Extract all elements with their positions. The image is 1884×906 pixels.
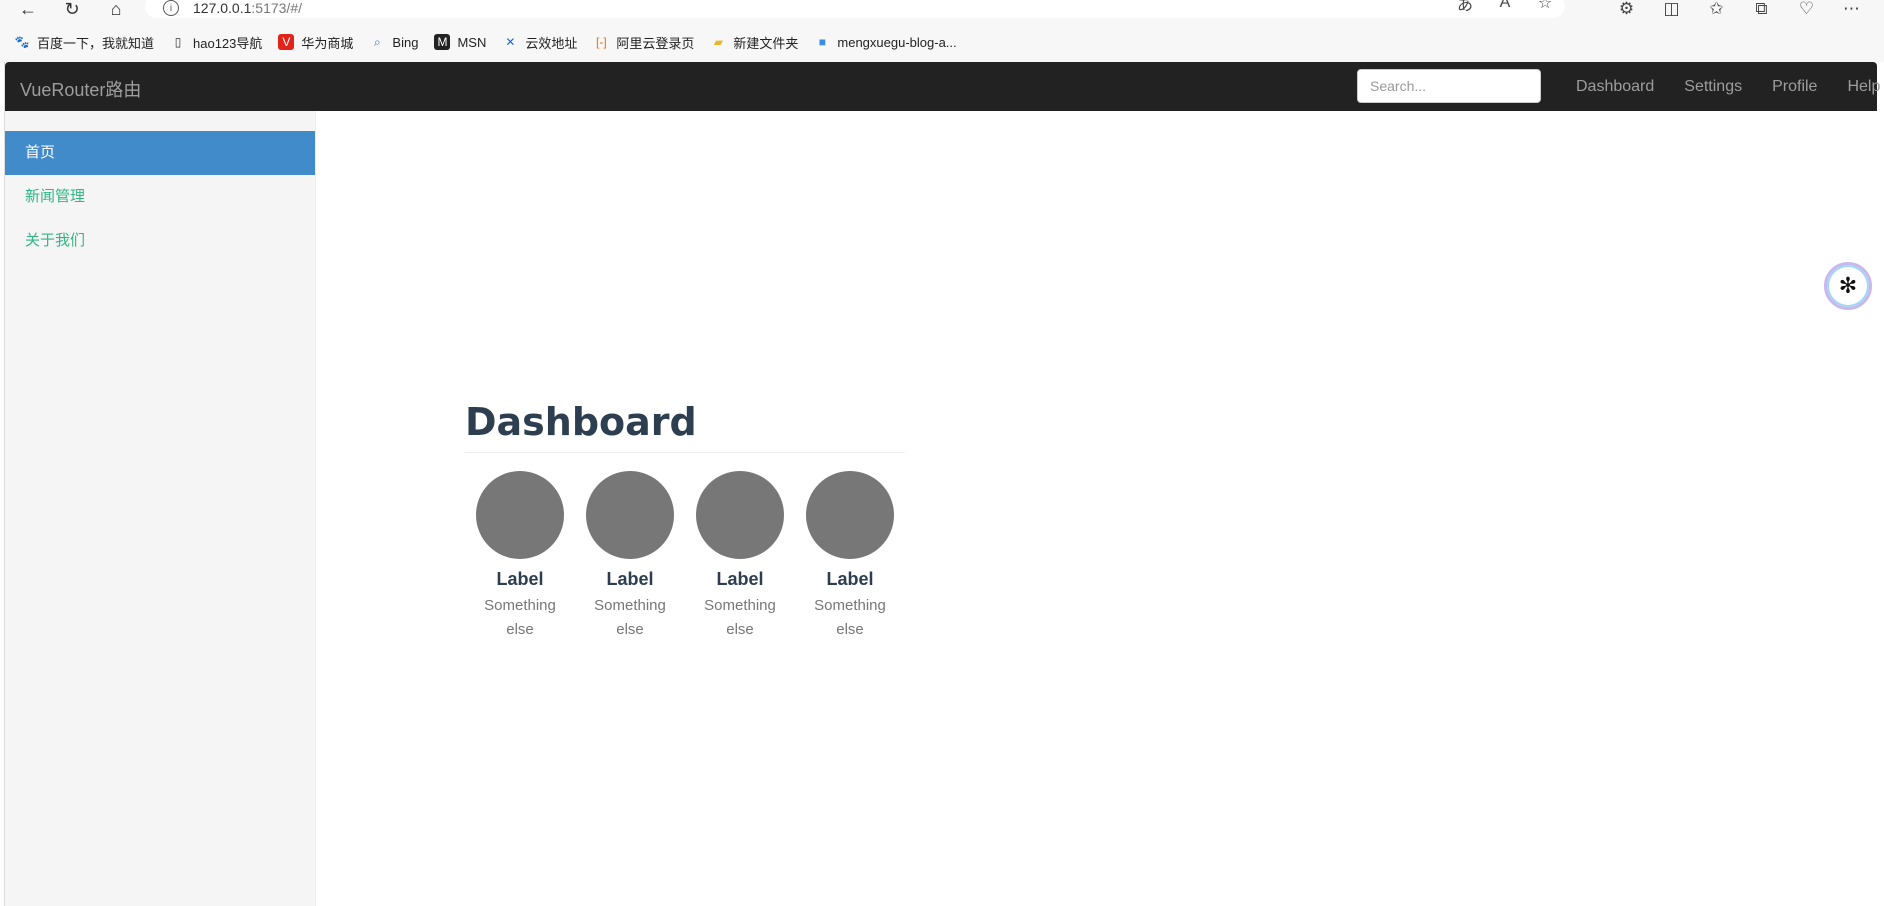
bookmark-label: Bing [392,34,419,50]
placeholder-label: Label [496,569,544,589]
address-bar[interactable]: i 127.0.0.1:5173/#/ あ A ☆ [145,0,1565,18]
reload-icon[interactable]: ↻ [58,0,86,19]
bookmark-label: 新建文件夹 [733,35,799,51]
bookmark-label: 云效地址 [525,35,578,51]
page-title: Dashboard [465,400,905,453]
nav-profile[interactable]: Profile [1757,62,1832,111]
placeholder-label: Label [716,569,764,589]
bookmark-item[interactable]: V 华为商城 [278,33,353,52]
sidebar: 首页 新闻管理 关于我们 [5,111,316,906]
favorites-icon[interactable]: ✩ [1694,0,1739,18]
msn-icon: M [434,34,451,50]
bookmark-item[interactable]: ▯ hao123导航 [170,33,263,52]
placeholder-image [586,471,674,559]
bookmark-item[interactable]: M MSN [434,34,486,50]
bookmark-label: 华为商城 [301,35,354,51]
floating-assistant-icon[interactable]: ✻ [1824,262,1872,310]
placeholder-subtext: Something else [484,597,556,638]
placeholders: Label Something else Label Something els… [465,471,905,642]
folder-icon: ▰ [713,35,723,49]
nav-settings[interactable]: Settings [1669,62,1757,111]
bookmarks-bar: 🐾 百度一下，我就知道 ▯ hao123导航 V 华为商城 ⌕ Bing M MSN ✕ 云效地址 [-… [0,22,1884,62]
x-icon: ✕ [505,35,516,49]
placeholder-label: Label [606,569,654,589]
placeholder-subtext: Something else [814,597,886,638]
bookmark-label: 百度一下，我就知道 [37,35,155,51]
bookmark-item[interactable]: ⌕ Bing [369,34,418,50]
placeholder-image [476,471,564,559]
bookmark-item[interactable]: 🐾 百度一下，我就知道 [14,33,155,52]
sidebar-item-home[interactable]: 首页 [5,131,315,175]
brand[interactable]: VueRouter路由 [20,76,141,102]
collections-icon[interactable]: ⧉ [1739,0,1784,18]
app-container: VueRouter路由 Dashboard Settings Profile H… [4,62,1880,906]
bookmark-item[interactable]: ▰ 新建文件夹 [710,33,799,52]
sidebar-item-news[interactable]: 新闻管理 [5,175,315,219]
extensions-icon[interactable]: ⚙ [1604,0,1649,18]
placeholder-item: Label Something else [465,471,575,642]
placeholder-image [696,471,784,559]
bookmark-item[interactable]: [-] 阿里云登录页 [593,33,694,52]
placeholder-item: Label Something else [575,471,685,642]
placeholder-subtext: Something else [704,597,776,638]
bookmark-label: mengxuegu-blog-a... [837,34,957,50]
placeholder-item: Label Something else [795,471,905,642]
placeholder-subtext: Something else [594,597,666,638]
baidu-icon: 🐾 [14,35,30,49]
search-icon: ⌕ [374,34,381,49]
bookmark-label: MSN [457,34,487,50]
search-input[interactable] [1357,69,1541,103]
navbar: VueRouter路由 Dashboard Settings Profile H… [5,62,1880,111]
huawei-icon: V [278,34,295,50]
main-content: Dashboard Label Something else Label Som… [465,400,905,642]
page-icon: ▯ [174,35,182,49]
url-text: 127.0.0.1:5173/#/ [193,0,302,16]
bookmark-item[interactable]: ✕ 云效地址 [502,33,577,52]
bookmark-item[interactable]: ■ mengxuegu-blog-a... [814,34,957,50]
placeholder-item: Label Something else [685,471,795,642]
browser-toolbar: ← ↻ ⌂ i 127.0.0.1:5173/#/ あ A ☆ ⚙ ◫ ✩ ⧉ … [0,0,1884,22]
nav-help[interactable]: Help [1832,62,1884,111]
bookmark-label: 阿里云登录页 [616,35,695,51]
nav-dashboard[interactable]: Dashboard [1561,62,1669,111]
placeholder-image [806,471,894,559]
sidebar-item-about[interactable]: 关于我们 [5,219,315,263]
back-icon[interactable]: ← [14,0,42,19]
site-info-icon[interactable]: i [163,0,179,16]
home-icon[interactable]: ⌂ [102,0,130,19]
placeholder-label: Label [826,569,874,589]
translate-icon[interactable]: あ [1445,0,1485,14]
more-icon[interactable]: ⋯ [1829,0,1874,18]
aliyun-icon: [-] [596,35,607,49]
split-screen-icon[interactable]: ◫ [1649,0,1694,18]
bookmark-label: hao123导航 [193,35,263,51]
read-aloud-icon[interactable]: A [1485,0,1525,12]
bookmark-icon: ■ [818,35,827,49]
performance-icon[interactable]: ♡ [1784,0,1829,18]
top-nav: Dashboard Settings Profile Help [1561,62,1884,111]
favorite-star-icon[interactable]: ☆ [1525,0,1565,12]
